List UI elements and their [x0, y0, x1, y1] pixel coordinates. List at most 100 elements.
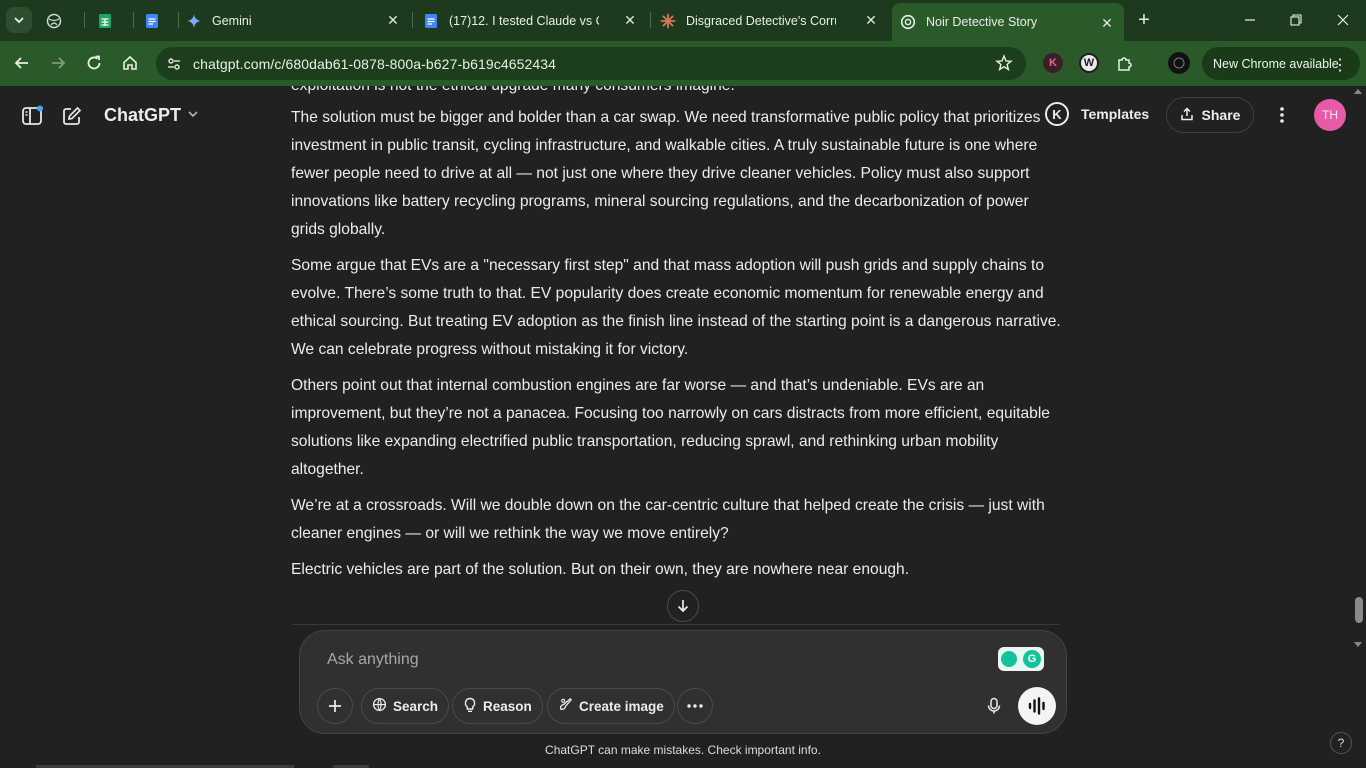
minimize-button[interactable]	[1238, 8, 1262, 32]
more-horizontal-icon	[687, 704, 703, 708]
grammarly-widget[interactable]: G	[998, 647, 1044, 671]
composer: Ask anything G Search Reason Create imag…	[299, 630, 1067, 734]
tab-docs[interactable]	[144, 0, 176, 41]
create-image-label: Create image	[579, 698, 664, 714]
lightbulb-icon	[463, 697, 477, 716]
site-info-icon[interactable]	[164, 54, 184, 74]
browser-tab-strip: Gemini ✕ (17)12. I tested Claude vs Chat…	[0, 0, 1366, 41]
globe-icon	[372, 697, 387, 715]
share-button[interactable]: Share	[1166, 97, 1254, 133]
help-button[interactable]: ?	[1330, 732, 1352, 754]
message-paragraph: We’re at a crossroads. Will we double do…	[291, 497, 1045, 542]
message-paragraphs: The solution must be bigger and bolder t…	[291, 104, 1061, 586]
sheets-icon	[97, 13, 113, 29]
restore-icon	[1290, 14, 1302, 26]
tab-title: Noir Detective Story	[926, 15, 1038, 29]
share-label: Share	[1201, 107, 1241, 123]
close-window-button[interactable]	[1331, 8, 1355, 32]
tab-claude[interactable]: Disgraced Detective's Corrupt C ✕	[660, 0, 888, 41]
docs-icon	[144, 13, 160, 29]
model-name: ChatGPT	[104, 105, 182, 125]
home-icon	[123, 55, 137, 70]
globe-icon	[46, 13, 62, 29]
prompt-input[interactable]: Ask anything	[327, 651, 419, 669]
scroll-down-arrow-icon[interactable]	[1354, 642, 1362, 647]
docs-icon	[423, 13, 439, 29]
close-icon	[1337, 14, 1349, 26]
bookmark-star-icon[interactable]	[994, 53, 1014, 73]
tab-title: (17)12. I tested Claude vs ChatG	[449, 13, 599, 28]
dictate-button[interactable]	[976, 688, 1012, 724]
extensions-puzzle-icon[interactable]	[1115, 53, 1135, 73]
image-brush-icon	[558, 697, 573, 715]
avatar[interactable]: TH	[1314, 99, 1346, 131]
arrow-left-icon	[14, 57, 28, 69]
voice-mode-button[interactable]	[1018, 687, 1056, 725]
extension-k-icon[interactable]: K	[1043, 53, 1063, 73]
tab-search-button[interactable]	[6, 7, 32, 33]
tab-docs-claude-vs-chatgpt[interactable]: (17)12. I tested Claude vs ChatG ✕	[423, 0, 647, 41]
tab-gemini[interactable]: Gemini ✕	[186, 0, 410, 41]
address-bar[interactable]: chatgpt.com/c/680dab61-0878-800a-b627-b6…	[156, 47, 1026, 80]
new-chrome-available-button[interactable]: New Chrome available ⋮	[1202, 47, 1360, 80]
forward-button[interactable]	[46, 51, 70, 75]
chevron-down-icon	[187, 108, 199, 123]
scrollbar-thumb[interactable]	[1355, 597, 1363, 623]
disclaimer-note: ChatGPT can make mistakes. Check importa…	[545, 743, 821, 757]
arrow-right-icon	[52, 57, 66, 69]
close-icon[interactable]: ✕	[623, 12, 637, 28]
search-button[interactable]: Search	[361, 688, 450, 724]
reload-icon	[87, 55, 101, 70]
close-icon[interactable]: ✕	[386, 12, 400, 28]
close-icon[interactable]: ✕	[1100, 15, 1114, 31]
more-tools-button[interactable]	[677, 688, 713, 724]
restore-button[interactable]	[1284, 8, 1308, 32]
minimize-icon	[1245, 19, 1255, 21]
arrow-down-icon	[677, 600, 689, 613]
chevron-down-icon	[14, 17, 24, 24]
new-chat-icon[interactable]	[60, 104, 84, 128]
page-scrollbar[interactable]	[1352, 86, 1366, 768]
chatgpt-icon	[900, 14, 916, 30]
home-button[interactable]	[118, 51, 142, 75]
scroll-to-bottom-button[interactable]	[667, 590, 699, 622]
tab-noir-detective-story[interactable]: Noir Detective Story ✕	[892, 3, 1124, 41]
url-text: chatgpt.com/c/680dab61-0878-800a-b627-b6…	[193, 56, 557, 72]
gemini-icon	[186, 13, 202, 29]
reason-button[interactable]: Reason	[452, 688, 543, 724]
close-icon[interactable]: ✕	[864, 12, 878, 28]
more-options-button[interactable]	[1270, 103, 1294, 127]
reason-label: Reason	[483, 698, 532, 714]
tab-sheets[interactable]	[97, 0, 129, 41]
message-paragraph: The solution must be bigger and bolder t…	[291, 109, 1041, 238]
extension-w-icon[interactable]: W	[1079, 53, 1099, 73]
more-vertical-icon[interactable]: ⋮	[1332, 55, 1348, 75]
chrome-update-label: New Chrome available	[1213, 56, 1339, 71]
new-tab-button[interactable]: +	[1134, 9, 1154, 31]
plus-icon	[329, 700, 341, 712]
templates-label: Templates	[1081, 106, 1150, 122]
grammarly-g-icon: G	[1023, 650, 1041, 668]
back-button[interactable]	[10, 51, 34, 75]
model-selector[interactable]: ChatGPT	[104, 105, 199, 126]
share-icon	[1180, 106, 1194, 124]
voice-waveform-icon	[1028, 697, 1045, 715]
create-image-button[interactable]: Create image	[547, 688, 675, 724]
message-paragraph: Others point out that internal combustio…	[291, 377, 1050, 478]
assistant-message: exploitation is not the ethical upgrade …	[291, 86, 1061, 586]
profile-icon[interactable]	[1168, 52, 1190, 74]
add-attachment-button[interactable]	[317, 688, 353, 724]
search-label: Search	[393, 698, 439, 714]
scroll-up-arrow-icon[interactable]	[1354, 89, 1362, 94]
tab-title: Gemini	[212, 13, 252, 28]
grammarly-bulb-icon	[1001, 651, 1017, 667]
composer-divider	[292, 624, 1060, 625]
microphone-icon	[987, 697, 1001, 714]
tab-globe[interactable]	[46, 0, 78, 41]
cutoff-line: exploitation is not the ethical upgrade …	[291, 86, 735, 100]
sidebar-toggle-icon[interactable]	[20, 104, 44, 128]
reload-button[interactable]	[82, 51, 106, 75]
more-vertical-icon	[1280, 107, 1284, 123]
message-paragraph: Some argue that EVs are a "necessary fir…	[291, 257, 1061, 358]
tab-title: Disgraced Detective's Corrupt C	[686, 13, 836, 28]
